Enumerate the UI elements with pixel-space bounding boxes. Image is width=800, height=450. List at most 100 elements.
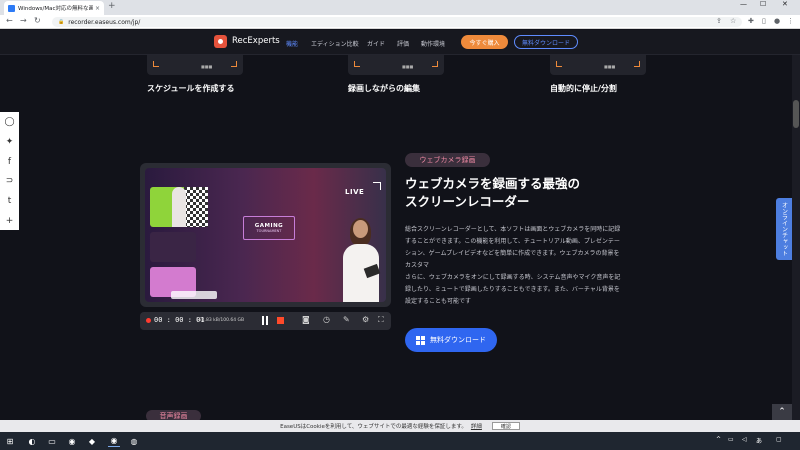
free-download-button[interactable]: 無料ダウンロード bbox=[405, 328, 497, 352]
logo-icon[interactable] bbox=[214, 35, 227, 48]
share-bar: ◯ ✦ f ⊃ t + bbox=[0, 112, 19, 230]
app-icon[interactable]: ◆ bbox=[86, 435, 98, 447]
online-chat-tab[interactable]: オンラインチャット bbox=[776, 198, 792, 260]
recorder-icon[interactable]: ◍ bbox=[128, 435, 140, 447]
tray-chevron-icon[interactable]: ^ bbox=[716, 436, 721, 443]
nav-guide[interactable]: ガイド bbox=[367, 39, 385, 48]
section-paragraph-2: さらに、ウェブカメラをオンにして録画する時、システム音声やマイク音声を記 録した… bbox=[405, 272, 645, 308]
cookie-details-link[interactable]: 詳細 bbox=[471, 422, 482, 430]
file-explorer-icon[interactable]: ▭ bbox=[46, 435, 58, 447]
profile-icon[interactable]: ● bbox=[774, 17, 780, 25]
corner-bracket-icon bbox=[373, 182, 381, 190]
twitter-icon[interactable]: ✦ bbox=[0, 132, 19, 151]
minimize-button[interactable]: — bbox=[740, 0, 747, 8]
ime-indicator[interactable]: あ bbox=[756, 436, 762, 445]
facebook-icon[interactable]: f bbox=[0, 152, 19, 171]
feature-card: ■■■ bbox=[550, 55, 646, 75]
edit-icon[interactable]: ✎ bbox=[343, 315, 350, 324]
chat-label: オンラインチャット bbox=[780, 202, 788, 256]
heading-line: ウェブカメラを録画する最強の bbox=[405, 176, 581, 191]
url-text: recorder.easeus.com/jp/ bbox=[68, 18, 141, 26]
feature-label: 録画しながらの編集 bbox=[348, 84, 420, 93]
paragraph-line: さらに、ウェブカメラをオンにして録画する時、システム音声やマイク音声を記 bbox=[405, 274, 621, 281]
chrome-icon[interactable]: ◉ bbox=[66, 435, 78, 447]
maximize-button[interactable]: ☐ bbox=[760, 0, 766, 8]
nav-edition-compare[interactable]: エディション比較 bbox=[311, 39, 359, 48]
bookmark-star-icon[interactable]: ☆ bbox=[730, 17, 736, 25]
scroll-thumb[interactable] bbox=[793, 100, 799, 128]
recording-controls: 00 : 00 : 01 184.83 kB/100.64 GB ◙ ◷ ✎ ⚙… bbox=[140, 312, 391, 330]
feature-card: ■■■ bbox=[348, 55, 444, 75]
tab-close-icon[interactable]: × bbox=[95, 5, 100, 12]
extensions-icon[interactable]: ✚ bbox=[748, 17, 754, 25]
notification-icon[interactable]: ▢ bbox=[776, 436, 782, 443]
buy-now-button[interactable]: 今すぐ購入 bbox=[461, 35, 508, 49]
browser-toolbar: ← → ↻ 🔒 recorder.easeus.com/jp/ ⇪ ☆ ✚ ▯ … bbox=[0, 15, 800, 29]
paragraph-line: ション、ゲームプレイビデオなどを簡単に作成できます。ウェブカメラの背景を bbox=[405, 250, 620, 257]
sidebar-icon[interactable]: ▯ bbox=[762, 17, 766, 25]
network-icon[interactable]: ▭ bbox=[728, 436, 734, 443]
tumblr-icon[interactable]: t bbox=[0, 191, 19, 210]
section-paragraph-1: 総合スクリーンレコーダーとして、本ソフトは画面とウェブカメラを同時に記録 するこ… bbox=[405, 224, 645, 272]
windows-taskbar: ⊞ ◐ ▭ ◉ ◆ ◉ ◍ ^ ▭ ◁ あ ▢ bbox=[0, 432, 800, 450]
forward-button[interactable]: → bbox=[20, 16, 27, 25]
start-icon[interactable]: ⊞ bbox=[4, 435, 16, 447]
lock-icon: 🔒 bbox=[58, 19, 65, 25]
overlay-bar bbox=[171, 291, 217, 299]
chrome-active-icon[interactable]: ◉ bbox=[108, 435, 120, 447]
section-tag: ウェブカメラ録画 bbox=[405, 153, 490, 167]
screenshot-icon[interactable]: ◙ bbox=[302, 315, 310, 324]
volume-icon[interactable]: ◁ bbox=[742, 436, 747, 443]
browser-tab[interactable]: Windows/Mac対応の無料な画面録... × bbox=[4, 1, 104, 15]
feature-label: 自動的に停止/分割 bbox=[550, 84, 617, 93]
timer-icon[interactable]: ◷ bbox=[323, 315, 330, 324]
edge-icon[interactable]: ◐ bbox=[26, 435, 38, 447]
cookie-text: EaseUSはCookieを利用して、ウェブサイトでの最適な経験を保証します。 bbox=[280, 424, 467, 430]
settings-icon[interactable]: ⚙ bbox=[362, 315, 369, 324]
stop-icon[interactable] bbox=[277, 317, 284, 324]
nav-reviews[interactable]: 評価 bbox=[397, 39, 409, 48]
new-tab-button[interactable]: + bbox=[108, 1, 116, 11]
paragraph-line: カスタマ bbox=[405, 262, 430, 269]
nav-features[interactable]: 機能 bbox=[286, 39, 298, 48]
paragraph-line: 設定することも可能です bbox=[405, 298, 472, 305]
paragraph-line: 総合スクリーンレコーダーとして、本ソフトは画面とウェブカメラを同時に記録 bbox=[405, 226, 621, 233]
site-header: RecExperts 機能 エディション比較 ガイド 評価 動作環境 今すぐ購入… bbox=[0, 30, 800, 55]
live-label: LIVE bbox=[345, 188, 365, 196]
webcam-demo-image: GAMING TOURNAMENT LIVE bbox=[140, 163, 391, 307]
page-scrollbar[interactable] bbox=[792, 55, 800, 420]
reload-button[interactable]: ↻ bbox=[34, 16, 41, 25]
record-dot-icon bbox=[146, 318, 151, 323]
plus-icon[interactable]: + bbox=[0, 211, 19, 230]
header-free-download-button[interactable]: 無料ダウンロード bbox=[514, 35, 578, 49]
gaming-banner: GAMING TOURNAMENT bbox=[243, 216, 295, 240]
close-window-button[interactable]: ✕ bbox=[782, 0, 788, 8]
back-button[interactable]: ← bbox=[6, 16, 13, 25]
free-download-label: 無料ダウンロード bbox=[430, 336, 486, 344]
back-to-top-icon[interactable]: ⌃ bbox=[772, 404, 792, 420]
line-icon[interactable]: ◯ bbox=[0, 112, 19, 131]
demo-stage: GAMING TOURNAMENT LIVE bbox=[145, 168, 386, 302]
presenter-figure bbox=[339, 218, 383, 302]
resize-icon[interactable]: ⛶ bbox=[378, 315, 384, 325]
share-page-icon[interactable]: ⇪ bbox=[716, 17, 722, 25]
paragraph-line: することができます。この機能を利用して、チュートリアル動画、プレゼンテー bbox=[405, 238, 620, 245]
feature-card: ■■■ bbox=[147, 55, 243, 75]
brand-name[interactable]: RecExperts bbox=[232, 36, 280, 46]
windows-icon bbox=[416, 335, 425, 345]
pocket-icon[interactable]: ⊃ bbox=[0, 171, 19, 190]
recording-size: 184.83 kB/100.64 GB bbox=[196, 318, 245, 323]
cookie-bar: EaseUSはCookieを利用して、ウェブサイトでの最適な経験を保証します。 … bbox=[0, 420, 800, 432]
gamer-thumbnail bbox=[150, 232, 196, 262]
menu-icon[interactable]: ⋮ bbox=[787, 17, 794, 25]
favicon-icon bbox=[8, 4, 15, 12]
cookie-accept-button[interactable]: 確認 bbox=[491, 422, 520, 430]
heading-line: スクリーンレコーダー bbox=[405, 194, 530, 209]
feature-label: スケジュールを作成する bbox=[147, 84, 235, 93]
browser-tab-bar: Windows/Mac対応の無料な画面録... × + — ☐ ✕ bbox=[0, 0, 800, 15]
nav-requirements[interactable]: 動作環境 bbox=[421, 39, 445, 48]
section-heading: ウェブカメラを録画する最強の スクリーンレコーダー bbox=[405, 175, 665, 211]
address-bar[interactable]: 🔒 recorder.easeus.com/jp/ bbox=[52, 17, 742, 27]
pause-icon[interactable] bbox=[262, 316, 268, 325]
gaming-subtitle: TOURNAMENT bbox=[256, 229, 282, 233]
